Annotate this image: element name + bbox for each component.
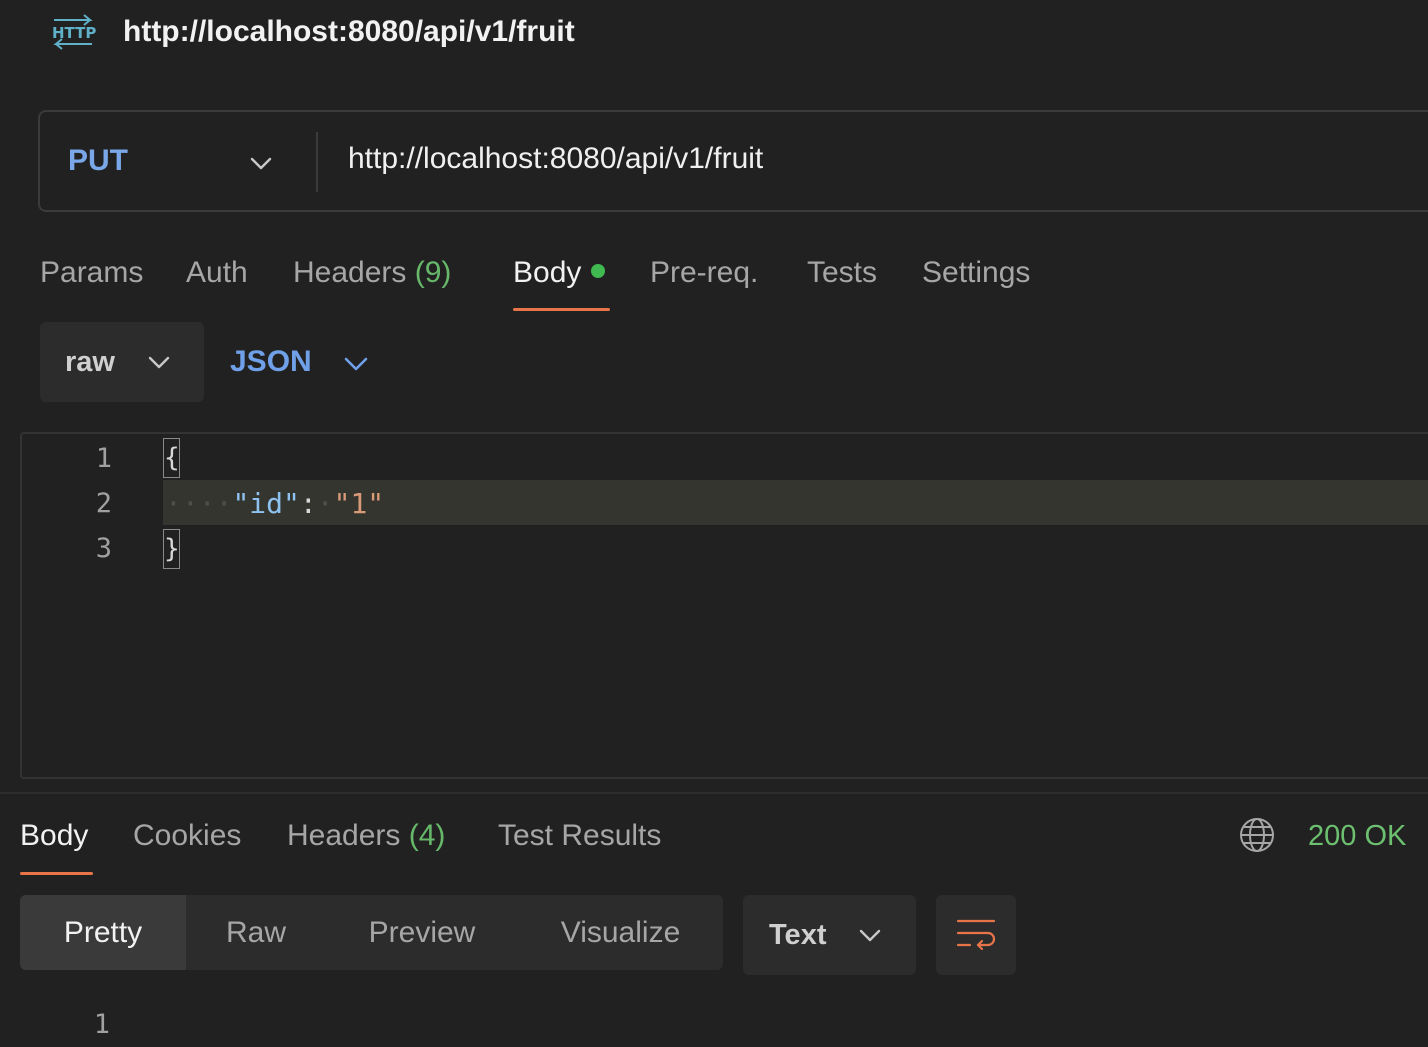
tab-headers-count: (9) <box>414 256 452 289</box>
response-view-toggle: Pretty Raw Preview Visualize <box>20 895 723 970</box>
chevron-down-icon[interactable] <box>342 349 370 377</box>
response-tab-headers[interactable]: Headers (4) <box>287 815 445 857</box>
globe-icon[interactable] <box>1237 815 1277 855</box>
chevron-down-icon <box>148 356 170 369</box>
wrap-lines-button[interactable] <box>936 895 1016 975</box>
status-badge[interactable]: 200 OK <box>1308 815 1406 857</box>
json-key: "id" <box>232 487 300 520</box>
view-preview-button[interactable]: Preview <box>326 895 518 970</box>
view-raw-button[interactable]: Raw <box>186 895 326 970</box>
open-brace: { <box>163 438 180 478</box>
svg-text:HTTP: HTTP <box>52 24 96 42</box>
close-brace: } <box>163 529 180 569</box>
tab-auth[interactable]: Auth <box>186 252 248 294</box>
tab-params[interactable]: Params <box>40 252 143 294</box>
view-visualize-button[interactable]: Visualize <box>518 895 723 970</box>
body-language-select[interactable]: JSON <box>230 341 312 383</box>
line-number: 1 <box>93 1009 110 1040</box>
code-line: ····"id":·"1" <box>165 481 384 526</box>
response-tab-headers-count: (4) <box>408 819 446 852</box>
line-number: 1 <box>95 443 112 474</box>
section-divider <box>0 792 1428 794</box>
response-tab-headers-label: Headers <box>287 819 401 852</box>
response-format-label: Text <box>769 919 827 951</box>
tab-tests[interactable]: Tests <box>807 252 877 294</box>
active-tab-indicator <box>513 308 610 311</box>
response-tab-test-results[interactable]: Test Results <box>498 815 661 857</box>
url-divider <box>316 132 318 192</box>
body-mode-label: raw <box>65 346 115 378</box>
request-url-bar: PUT http://localhost:8080/api/v1/fruit <box>38 110 1428 212</box>
json-value: "1" <box>333 487 385 520</box>
line-number: 3 <box>95 533 112 564</box>
chevron-down-icon <box>859 929 881 942</box>
tab-pre-request[interactable]: Pre-req. <box>650 252 758 294</box>
wrap-lines-icon <box>956 919 996 951</box>
json-colon: : <box>299 487 317 520</box>
chevron-down-icon[interactable] <box>248 150 274 176</box>
line-number: 2 <box>95 488 112 519</box>
response-tab-body[interactable]: Body <box>20 815 88 857</box>
tab-body[interactable]: Body <box>513 252 606 294</box>
tab-headers-label: Headers <box>293 256 407 289</box>
indent-guide: ···· <box>165 487 233 520</box>
whitespace-marker: · <box>316 487 334 520</box>
body-mode-select[interactable]: raw <box>40 322 204 402</box>
view-pretty-button[interactable]: Pretty <box>20 895 186 970</box>
tab-settings[interactable]: Settings <box>922 252 1030 294</box>
method-select[interactable]: PUT <box>68 140 128 182</box>
tab-headers[interactable]: Headers (9) <box>293 252 451 294</box>
modified-dot <box>591 264 606 278</box>
active-tab-indicator <box>20 872 93 875</box>
http-icon: HTTP <box>52 14 96 50</box>
url-input[interactable]: http://localhost:8080/api/v1/fruit <box>348 138 763 180</box>
request-title: http://localhost:8080/api/v1/fruit <box>123 15 575 48</box>
response-format-select[interactable]: Text <box>743 895 916 975</box>
tab-body-label: Body <box>513 256 582 289</box>
response-tab-cookies[interactable]: Cookies <box>133 815 241 857</box>
